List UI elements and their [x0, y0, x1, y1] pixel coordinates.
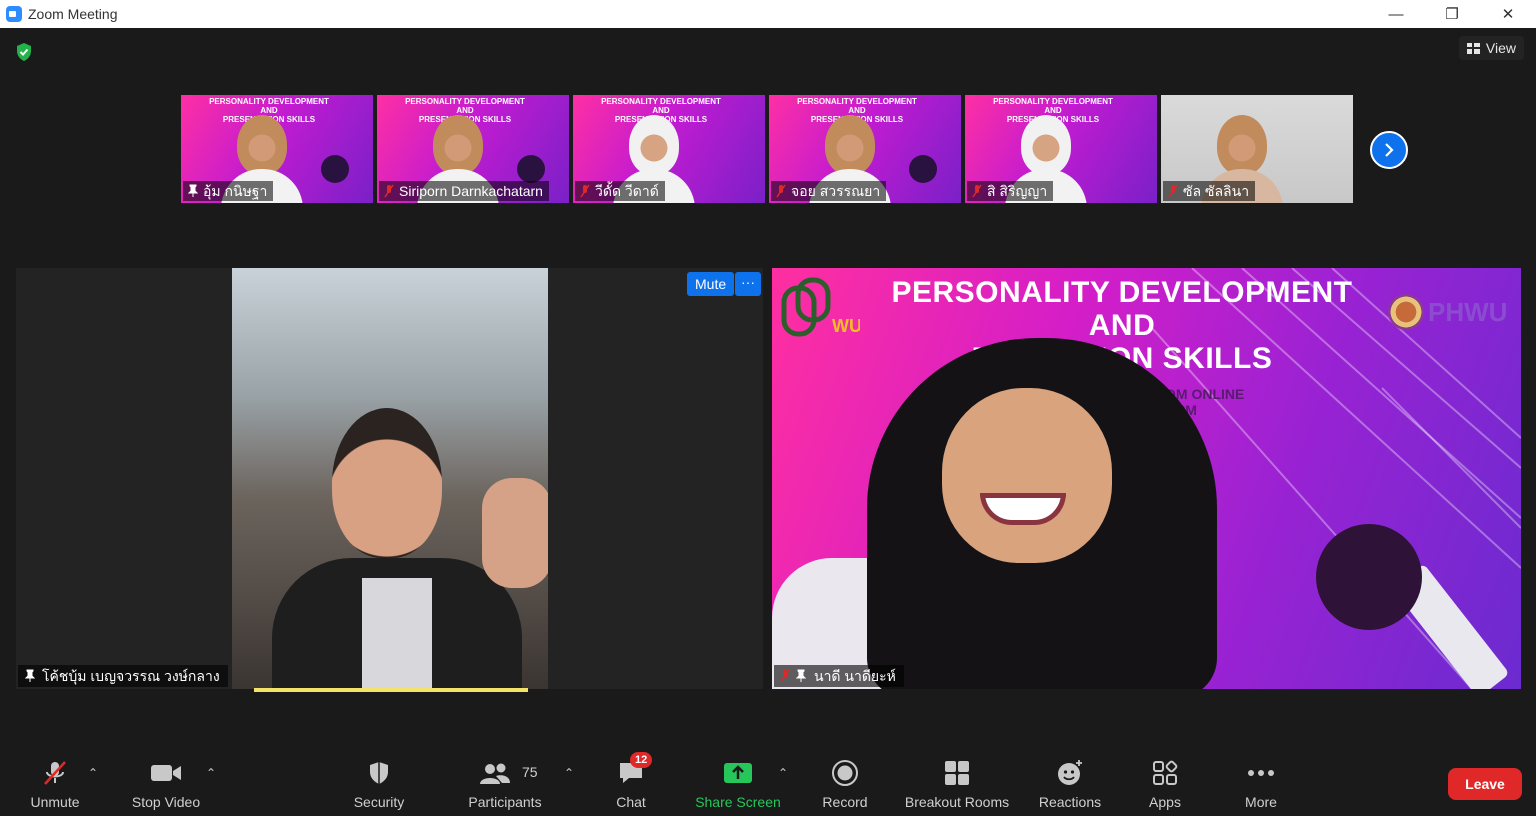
mute-participant-button[interactable]: Mute [687, 272, 735, 296]
participant-thumbnail[interactable]: ซัล ซัลลินา [1161, 95, 1353, 203]
window-controls: — ❐ ✕ [1368, 0, 1536, 28]
participant-name-label: นาดี นาดียะห์ [774, 665, 904, 687]
share-options-caret-icon[interactable]: ⌃ [778, 766, 788, 780]
record-button[interactable]: Record [820, 748, 870, 816]
participant-video [237, 115, 287, 175]
security-button[interactable]: Security [350, 748, 408, 816]
participant-video [1021, 115, 1071, 175]
record-icon [828, 758, 862, 788]
participant-thumbnail[interactable]: PERSONALITY DEVELOPMENTANDPRESENTATION S… [573, 95, 765, 203]
muted-mic-icon [580, 184, 590, 198]
participants-button[interactable]: 75 Participants [464, 748, 546, 816]
share-screen-button[interactable]: Share Screen [694, 748, 782, 816]
participant-thumbnail[interactable]: PERSONALITY DEVELOPMENTANDPRESENTATION S… [377, 95, 569, 203]
more-dots-icon [1244, 758, 1278, 788]
apps-button[interactable]: Apps [1146, 748, 1184, 816]
view-button[interactable]: View [1458, 36, 1524, 60]
wu-logo-icon: WU [781, 277, 860, 337]
phwu-logo: PHWU [1388, 294, 1507, 330]
security-shield-icon [362, 758, 396, 788]
muted-microphone-icon [38, 758, 72, 788]
chevron-right-icon [1385, 143, 1394, 157]
muted-mic-icon [776, 184, 786, 198]
video-camera-icon [149, 758, 183, 788]
unmute-button[interactable]: Unmute [26, 748, 84, 816]
zoom-app-icon [6, 6, 22, 22]
video-options-caret-icon[interactable]: ⌃ [206, 766, 216, 780]
meeting-stage: View PERSONALITY DEVELOPMENTANDPRESENTAT… [0, 28, 1536, 748]
slide-microphone-graphic [321, 155, 349, 183]
stop-video-button[interactable]: Stop Video [128, 748, 204, 816]
participant-strip: PERSONALITY DEVELOPMENTANDPRESENTATION S… [181, 95, 1353, 203]
speaker-tile-right[interactable]: WU PERSONALITY DEVELOPMENT AND PRE TATIO… [772, 268, 1521, 689]
chat-button[interactable]: 12 Chat [612, 748, 653, 816]
encryption-shield-icon[interactable] [14, 42, 34, 62]
minimize-icon[interactable]: — [1368, 0, 1424, 28]
muted-mic-icon [1168, 184, 1178, 198]
participant-thumbnail[interactable]: PERSONALITY DEVELOPMENTANDPRESENTATION S… [965, 95, 1157, 203]
breakout-rooms-button[interactable]: Breakout Rooms [902, 748, 1012, 816]
meeting-toolbar: Unmute ⌃ Stop Video ⌃ Security 75 Partic… [0, 748, 1536, 816]
audio-options-caret-icon[interactable]: ⌃ [88, 766, 98, 780]
slide-microphone-graphic [517, 155, 545, 183]
leave-meeting-button[interactable]: Leave [1448, 768, 1522, 800]
participants-icon: 75 [470, 758, 540, 788]
chat-bubble-icon: 12 [614, 752, 653, 788]
participant-name-label: สิ สิริญญา [967, 181, 1054, 201]
share-screen-icon [721, 758, 755, 788]
participant-name-label: Siriporn Darnkachatarn [379, 181, 549, 201]
window-title: Zoom Meeting [28, 6, 118, 22]
participant-video [1217, 115, 1267, 175]
university-seal-icon [1388, 294, 1424, 330]
more-options-button[interactable]: ··· [735, 272, 761, 296]
speaker-tile-left[interactable]: Mute ··· โค้ชบุ้ม เบญจวรรณ วงษ์กลาง [16, 268, 763, 692]
restore-icon[interactable]: ❐ [1424, 0, 1480, 28]
more-button[interactable]: More [1240, 748, 1282, 816]
active-speaker-indicator [254, 688, 528, 692]
pin-icon [188, 184, 198, 197]
view-label: View [1485, 40, 1516, 56]
slide-microphone-graphic [909, 155, 937, 183]
muted-mic-icon [384, 184, 394, 198]
apps-icon [1148, 758, 1182, 788]
participant-video [629, 115, 679, 175]
participant-name-label: ซัล ซัลลินา [1163, 181, 1256, 201]
grid-view-icon [1466, 42, 1480, 54]
participant-video [232, 268, 548, 689]
pin-icon [25, 669, 35, 682]
participant-name-label: จอย สวรรณยา [771, 181, 887, 201]
participant-name-label: โค้ชบุ้ม เบญจวรรณ วงษ์กลาง [18, 665, 228, 687]
chat-unread-badge: 12 [630, 752, 653, 768]
participants-options-caret-icon[interactable]: ⌃ [564, 766, 574, 780]
participant-thumbnail[interactable]: PERSONALITY DEVELOPMENTANDPRESENTATION S… [769, 95, 961, 203]
participant-video [433, 115, 483, 175]
pin-icon [796, 669, 806, 682]
breakout-rooms-grid-icon [940, 758, 974, 788]
participant-video [825, 115, 875, 175]
close-icon[interactable]: ✕ [1480, 0, 1536, 28]
muted-mic-icon [972, 184, 982, 198]
participant-name-label: อุ้ม กนิษฐา [183, 181, 274, 201]
participant-thumbnail[interactable]: PERSONALITY DEVELOPMENTANDPRESENTATION S… [181, 95, 373, 203]
reactions-smiley-icon [1053, 758, 1087, 788]
muted-mic-icon [780, 669, 790, 683]
window-titlebar: Zoom Meeting — ❐ ✕ [0, 0, 1536, 28]
reactions-button[interactable]: Reactions [1036, 748, 1104, 816]
next-page-button[interactable] [1370, 131, 1408, 169]
participant-name-label: วีดั้ด วีดาด์ [575, 181, 665, 201]
